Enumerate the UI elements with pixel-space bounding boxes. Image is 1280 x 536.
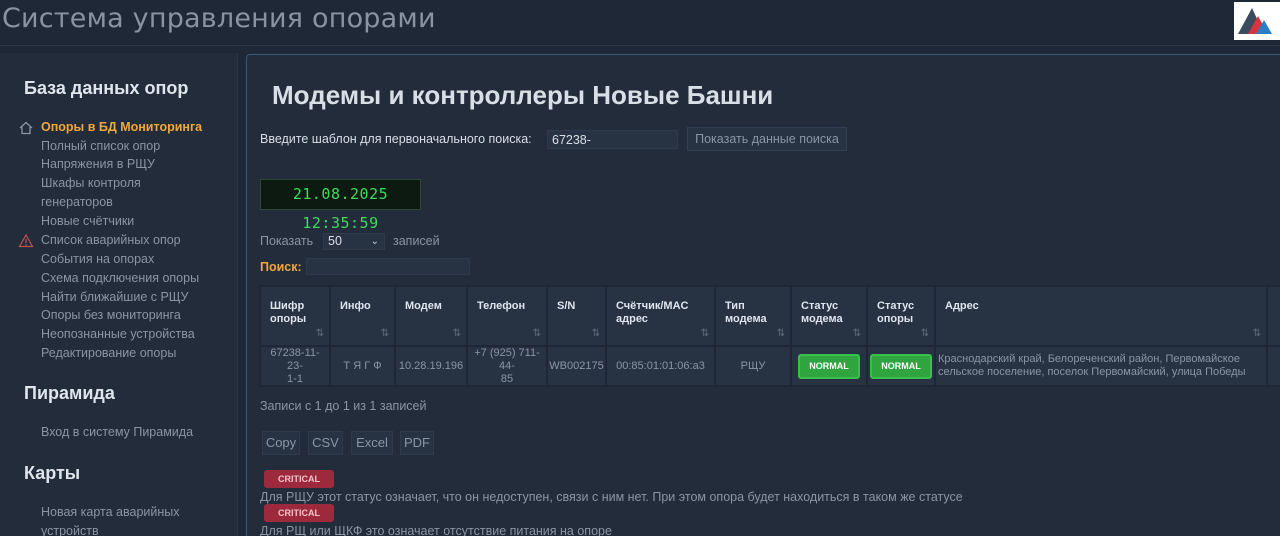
- sidebar-item-unknown-devices[interactable]: Неопознанные устройства: [41, 327, 195, 341]
- sort-icon: ⇅: [852, 328, 861, 339]
- sidebar-item-emergency-map-cont[interactable]: устройств: [41, 524, 99, 536]
- sidebar-item-pole-events[interactable]: События на опорах: [41, 252, 154, 266]
- table-cell-phone: +7 (925) 711-44- 85: [468, 347, 546, 385]
- csv-button[interactable]: CSV: [308, 431, 343, 455]
- sidebar-item-monitoring-poles[interactable]: Опоры в БД Мониторинга: [41, 120, 202, 134]
- table-info: Записи с 1 до 1 из 1 записей: [260, 399, 427, 413]
- top-bar: Система управления опорами: [0, 0, 1280, 46]
- filter-input[interactable]: [306, 258, 470, 275]
- entries-per-page-select[interactable]: 50 ⌄: [323, 233, 385, 250]
- main-panel: Модемы и контроллеры Новые Башни Введите…: [246, 54, 1280, 536]
- table-cell-modem-type: РЩУ: [716, 347, 790, 385]
- sort-icon: ⇅: [591, 328, 600, 339]
- table-cell-modem-status: NORMAL: [792, 347, 866, 385]
- column-header-address[interactable]: Адрес ⇅: [936, 287, 1266, 345]
- entries-per-page-value: 50: [328, 234, 342, 248]
- sidebar-item-no-monitoring[interactable]: Опоры без мониторинга: [41, 308, 181, 322]
- sort-icon: ⇅: [700, 328, 709, 339]
- warning-icon: [18, 233, 34, 248]
- sidebar-item-edit-pole[interactable]: Редактирование опоры: [41, 346, 176, 360]
- show-entries-suffix: записей: [393, 234, 440, 248]
- clock-display: 21.08.2025 12:35:59: [260, 179, 421, 232]
- sidebar: База данных опор Опоры в БД Мониторинга …: [0, 53, 238, 536]
- status-badge-normal: NORMAL: [870, 353, 932, 379]
- sidebar-item-full-list[interactable]: Полный список опор: [41, 139, 160, 153]
- table-cell-sn: WB002175: [548, 347, 605, 385]
- sort-icon: ⇅: [532, 328, 541, 339]
- sort-icon: ⇅: [1252, 328, 1261, 339]
- column-header-mac[interactable]: Счётчик/MAC адрес ⇅: [607, 287, 714, 345]
- column-header-phone[interactable]: Телефон ⇅: [468, 287, 546, 345]
- home-icon: [19, 121, 33, 135]
- sort-icon: ⇅: [380, 328, 389, 339]
- table-cell-pole-status: NORMAL: [868, 347, 934, 385]
- legend-text: Для РЩУ этот статус означает, что он нед…: [260, 490, 963, 504]
- sort-icon: ⇅: [452, 328, 461, 339]
- legend-text: Для РЩ или ЩКФ это означает отсутствие п…: [260, 524, 612, 536]
- table-cell-info: Т Я Г Ф: [331, 347, 394, 385]
- sidebar-item-new-meters[interactable]: Новые счётчики: [41, 214, 134, 228]
- sidebar-item-voltages[interactable]: Напряжения в РЩУ: [41, 157, 155, 171]
- copy-button[interactable]: Copy: [262, 431, 300, 455]
- filter-label: Поиск:: [260, 260, 302, 274]
- table-cell-more: [1268, 347, 1280, 385]
- status-badge-critical: CRITICAL: [264, 470, 334, 488]
- column-header-info[interactable]: Инфо ⇅: [331, 287, 394, 345]
- status-badge-normal: NORMAL: [798, 353, 860, 379]
- status-badge-critical: CRITICAL: [264, 504, 334, 522]
- sidebar-item-find-nearest[interactable]: Найти ближайшие с РЩУ: [41, 290, 188, 304]
- table-cell-modem: 10.28.19.196: [396, 347, 466, 385]
- pdf-button[interactable]: PDF: [400, 431, 434, 455]
- table-cell-address: Краснодарский край, Белореченский район,…: [936, 347, 1266, 385]
- column-header-more[interactable]: [1268, 287, 1280, 345]
- sort-icon: ⇅: [776, 328, 785, 339]
- sidebar-item-pyramid-login[interactable]: Вход в систему Пирамида: [41, 425, 193, 439]
- sidebar-section-title: База данных опор: [24, 78, 189, 98]
- sidebar-item-generator-cabinets[interactable]: Шкафы контроля: [41, 176, 141, 190]
- search-pattern-input[interactable]: [547, 130, 678, 149]
- show-entries-label: Показать: [260, 234, 314, 248]
- page-title: Модемы и контроллеры Новые Башни: [272, 80, 774, 110]
- chevron-down-icon: ⌄: [370, 236, 379, 247]
- column-header-modem[interactable]: Модем ⇅: [396, 287, 466, 345]
- sidebar-section-title: Карты: [24, 463, 81, 483]
- sidebar-section-title: Пирамида: [24, 383, 115, 403]
- column-header-pole-status[interactable]: Статус опоры ⇅: [868, 287, 934, 345]
- excel-button[interactable]: Excel: [351, 431, 393, 455]
- sidebar-item-emergency-map[interactable]: Новая карта аварийных: [41, 505, 180, 519]
- app-title: Система управления опорами: [2, 3, 436, 34]
- modems-table: Шифр опоры ⇅ Инфо ⇅ Модем ⇅ Телефон ⇅ S/N…: [259, 285, 1280, 387]
- sidebar-item-generator-cabinets-cont[interactable]: генераторов: [41, 195, 113, 209]
- sidebar-item-emergency-poles[interactable]: Список аварийных опор: [41, 233, 181, 247]
- column-header-sn[interactable]: S/N ⇅: [548, 287, 605, 345]
- table-cell-code: 67238-11-23- 1-1: [261, 347, 329, 385]
- column-header-modem-type[interactable]: Тип модема ⇅: [716, 287, 790, 345]
- column-header-modem-status[interactable]: Статус модема ⇅: [792, 287, 866, 345]
- sort-icon: ⇅: [920, 328, 929, 339]
- show-search-button[interactable]: Показать данные поиска: [687, 127, 847, 151]
- company-logo[interactable]: [1234, 2, 1280, 40]
- table-cell-mac: 00:85:01:01:06:a3: [607, 347, 714, 385]
- search-label: Введите шаблон для первоначального поиск…: [260, 132, 532, 146]
- sidebar-item-connection-scheme[interactable]: Схема подключения опоры: [41, 271, 199, 285]
- column-header-code[interactable]: Шифр опоры ⇅: [261, 287, 329, 345]
- sort-icon: ⇅: [315, 328, 324, 339]
